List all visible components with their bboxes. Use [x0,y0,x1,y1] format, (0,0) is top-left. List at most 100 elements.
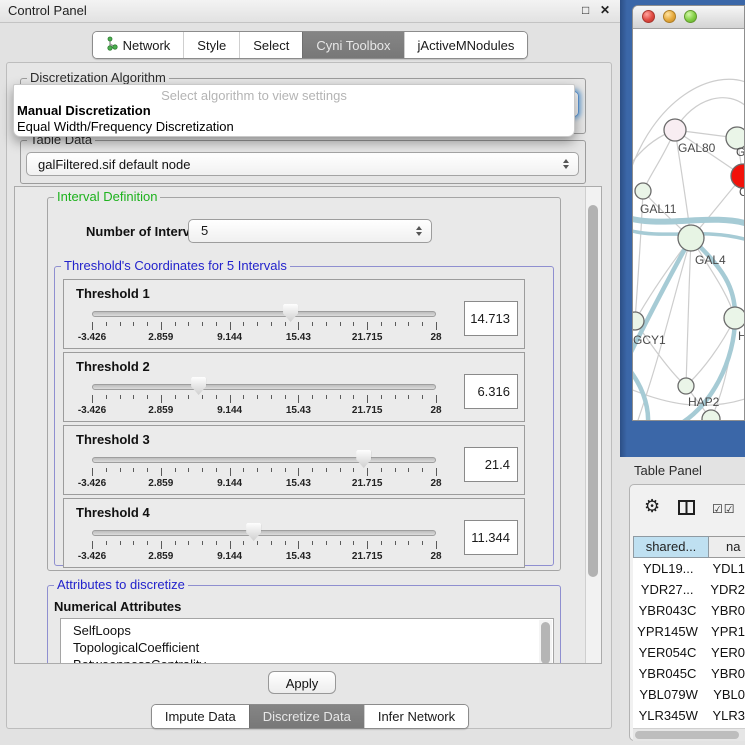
table-row[interactable]: YBL079WYBL0 [633,684,745,705]
apply-button[interactable]: Apply [268,671,336,694]
tab-infer-network[interactable]: Infer Network [364,705,468,728]
slider-thumb[interactable] [283,304,298,322]
table-column-header[interactable]: shared... [633,536,709,558]
close-icon[interactable]: ✕ [600,3,610,17]
slider-thumb[interactable] [356,450,371,468]
tick-label: 9.144 [217,405,242,416]
slider-track[interactable] [92,457,436,463]
network-edge-thick[interactable] [691,238,735,318]
network-node-gal11[interactable] [635,183,651,199]
numerical-attributes-list[interactable]: SelfLoopsTopologicalCoefficientBetweenne… [60,618,554,664]
table-row[interactable]: YPR145WYPR1 [633,621,745,642]
list-scrollbar-thumb[interactable] [541,622,550,664]
threshold-value-field[interactable]: 11.344 [464,520,518,555]
table-row[interactable]: YBR045CYBR0 [633,663,745,684]
control-panel: Control Panel □ ✕ NetworkStyleSelectCyni… [0,0,620,745]
network-canvas[interactable]: GAL80GCGAL11GAL4GCY1HHAP2 [633,28,745,421]
zoom-traffic-light-icon[interactable] [684,10,697,23]
minor-tick [133,468,134,472]
attribute-list-item[interactable]: BetweennessCentrality [61,656,553,664]
minor-tick [243,541,244,545]
threshold-value-field[interactable]: 21.4 [464,447,518,482]
slider-track[interactable] [92,384,436,390]
threshold-value-field[interactable]: 14.713 [464,301,518,336]
dropdown-option[interactable]: Equal Width/Frequency Discretization [17,119,234,134]
table-row[interactable]: YLR345WYLR3 [633,705,745,726]
float-window-icon[interactable]: □ [582,3,589,17]
minor-tick [216,322,217,326]
slider-thumb[interactable] [246,523,261,541]
dropdown-option[interactable]: Manual Discretization [17,103,151,118]
network-edge[interactable] [691,238,735,318]
gear-icon[interactable]: ⚙ [644,496,660,517]
cell-name: YLR3 [703,705,745,726]
vertical-scrollbar[interactable] [585,187,601,663]
tab-select[interactable]: Select [239,32,302,58]
threshold-label: Threshold 1 [76,286,150,301]
tab-network[interactable]: Network [93,32,184,58]
tick-label: 9.144 [217,332,242,343]
attribute-list-item[interactable]: SelfLoops [61,622,553,639]
tab-label: Impute Data [165,709,236,724]
table-data-combo[interactable]: galFiltered.sif default node [26,152,579,176]
minor-tick [257,541,258,545]
major-tick [92,395,93,403]
minor-tick [326,395,327,399]
minor-tick [257,395,258,399]
checkbox-icons[interactable]: ☑☑ [712,502,736,516]
tab-cyni-toolbox[interactable]: Cyni Toolbox [302,32,403,58]
table-row[interactable]: YDL19...YDL1 [633,558,745,579]
minor-tick [133,322,134,326]
minor-tick [120,395,121,399]
slider-track[interactable] [92,530,436,536]
minor-tick [106,395,107,399]
network-node-gal4[interactable] [678,225,704,251]
numerical-attributes-heading: Numerical Attributes [54,599,181,614]
table-row[interactable]: YBR043CYBR0 [633,600,745,621]
threshold-value-field[interactable]: 6.316 [464,374,518,409]
major-tick [298,322,299,330]
tab-style[interactable]: Style [183,32,239,58]
tab-discretize-data[interactable]: Discretize Data [249,705,364,728]
table-row[interactable]: YER054CYER0 [633,642,745,663]
tab-label: jActiveMNodules [418,38,515,53]
vertical-scrollbar-thumb[interactable] [588,205,598,577]
close-traffic-light-icon[interactable] [642,10,655,23]
split-columns-icon[interactable] [678,500,695,518]
major-tick [230,468,231,476]
minor-tick [175,541,176,545]
minimize-traffic-light-icon[interactable] [663,10,676,23]
network-node-hap2[interactable] [678,378,694,394]
network-edge[interactable] [686,238,691,386]
minor-tick [243,395,244,399]
network-node-h[interactable] [724,307,745,329]
minor-tick [395,468,396,472]
tick-label: 28 [430,551,441,562]
minor-tick [147,322,148,326]
threshold-panel: Threshold 3-3.4262.8599.14415.4321.71528… [63,425,525,495]
network-view-window[interactable]: GAL80GCGAL11GAL4GCY1HHAP2 [632,5,745,421]
network-node-gal80[interactable] [664,119,686,141]
number-of-intervals-spinner[interactable]: 5 [188,219,432,243]
tick-label: 28 [430,332,441,343]
tab-impute-data[interactable]: Impute Data [152,705,249,728]
interval-definition-label: Interval Definition [54,189,160,204]
table-row[interactable]: YDR27...YDR2 [633,579,745,600]
horizontal-scrollbar[interactable] [633,728,745,741]
tick-label: 2.859 [148,551,173,562]
thresholds-groupbox: Threshold's Coordinates for 5 Intervals … [54,266,554,566]
slider-thumb[interactable] [191,377,206,395]
network-edge[interactable] [633,79,745,178]
network-edge-thick[interactable] [633,218,745,224]
control-panel-titlebar: Control Panel □ ✕ [0,0,620,23]
table-column-header[interactable]: na [709,536,745,558]
horizontal-scrollbar-thumb[interactable] [635,731,739,739]
minor-tick [106,541,107,545]
network-edge[interactable] [686,318,735,386]
slider-track[interactable] [92,311,436,317]
list-scrollbar[interactable] [539,620,552,664]
attribute-list-item[interactable]: TopologicalCoefficient [61,639,553,656]
tab-jactivemnodules[interactable]: jActiveMNodules [404,32,528,58]
network-node-label: H [738,329,745,343]
tick-label: -3.426 [78,478,106,489]
